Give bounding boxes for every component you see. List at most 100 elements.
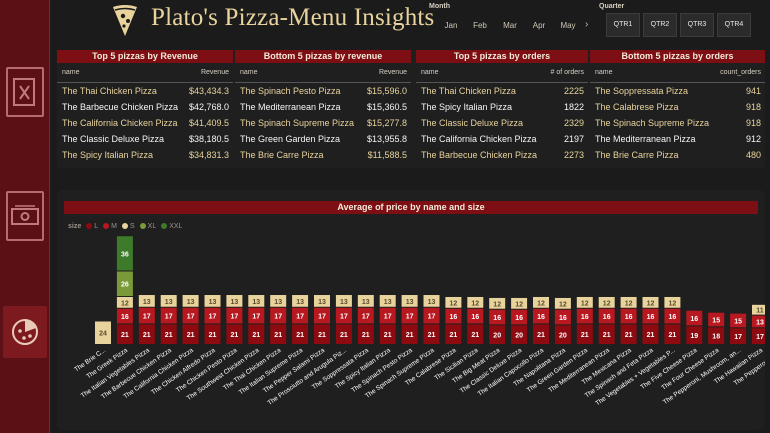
table-row[interactable]: The Green Garden Pizza $13,955.8 [235,131,411,147]
data-label: 21 [603,332,611,339]
data-label: 15 [712,318,720,325]
table-row[interactable]: The Spicy Italian Pizza 1822 [416,99,588,115]
table-row[interactable]: The Thai Chicken Pizza 2225 [416,83,588,99]
data-label: 17 [384,314,392,321]
data-label: 16 [669,314,677,321]
data-label: 17 [231,314,239,321]
table-row[interactable]: The Mediterranean Pizza $15,360.5 [235,99,411,115]
data-label: 17 [340,314,348,321]
table-row[interactable]: The Mediterranean Pizza 912 [590,131,765,147]
data-label: 18 [712,334,720,341]
quarter-option-qtr4[interactable]: QTR4 [717,13,751,37]
data-label: 13 [318,299,326,306]
chevron-right-icon[interactable]: › [585,19,588,30]
data-label: 17 [734,334,742,341]
data-label: 12 [559,301,567,308]
data-label: 12 [450,300,458,307]
data-label: 16 [559,315,567,322]
data-label: 21 [296,332,304,339]
table-row[interactable]: The Classic Deluxe Pizza $38,180.5 [57,131,233,147]
data-label: 11 [756,308,764,315]
row-name: The Calabrese Pizza [595,102,679,112]
data-label: 13 [428,299,436,306]
row-name: The Spicy Italian Pizza [421,102,513,112]
data-label: 21 [274,332,282,339]
month-option-feb[interactable]: Feb [467,16,493,36]
data-label: 24 [99,331,107,338]
data-label: 26 [121,282,129,289]
column-header[interactable]: name [62,69,80,82]
month-option-mar[interactable]: Mar [497,16,523,36]
month-option-jan[interactable]: Jan [438,16,464,36]
data-label: 12 [581,300,589,307]
data-label: 21 [669,332,677,339]
data-label: 13 [165,299,173,306]
data-label: 21 [209,332,217,339]
row-value: 912 [745,134,761,144]
table-row[interactable]: The California Chicken Pizza $41,409.5 [57,115,233,131]
row-value: $13,955.8 [366,134,407,144]
table-row[interactable]: The Thai Chicken Pizza $43,434.3 [57,83,233,99]
data-label: 13 [187,299,195,306]
row-value: $15,277.8 [366,118,407,128]
column-header[interactable]: Revenue [379,69,407,82]
table-row[interactable]: The Calabrese Pizza 918 [590,99,765,115]
data-label: 13 [756,319,764,326]
column-header[interactable]: count_orders [720,69,761,82]
table-row[interactable]: The Spinach Supreme Pizza $15,277.8 [235,115,411,131]
month-option-may[interactable]: May [555,16,581,36]
revenue-page-button[interactable] [6,191,44,241]
data-label: 16 [625,314,633,321]
column-header[interactable]: # of orders [551,69,584,82]
pizza-icon [12,319,38,345]
table-row[interactable]: The Spicy Italian Pizza $34,831.3 [57,147,233,163]
row-value: 918 [745,102,761,112]
data-label: 36 [121,251,129,258]
table-header: name # of orders [416,63,588,83]
pizza-page-button[interactable] [3,306,47,358]
table-row[interactable]: The Brie Carre Pizza 480 [590,147,765,163]
data-label: 21 [471,332,479,339]
data-label: 13 [209,299,217,306]
table-row[interactable]: The Classic Deluxe Pizza 2329 [416,115,588,131]
table-row[interactable]: The Barbecue Chicken Pizza $42,768.0 [57,99,233,115]
row-name: The Barbecue Chicken Pizza [62,102,179,112]
data-label: 13 [406,299,414,306]
data-label: 21 [581,332,589,339]
data-label: 13 [143,299,151,306]
data-label: 16 [121,314,129,321]
data-label: 12 [537,300,545,307]
price-chart-panel: Average of price by name and size size L… [57,190,765,430]
row-value: $15,596.0 [366,86,407,96]
row-value: $38,180.5 [188,134,229,144]
column-header[interactable]: name [421,69,439,82]
menu-page-button[interactable] [6,67,44,117]
data-label: 21 [625,332,633,339]
row-name: The Brie Carre Pizza [240,150,324,160]
table-row[interactable]: The Soppressata Pizza 941 [590,83,765,99]
data-label: 16 [581,314,589,321]
quarter-option-qtr3[interactable]: QTR3 [680,13,714,37]
tables-panel: Top 5 pizzas by Revenue name Revenue The… [57,50,765,168]
bottom-orders-table: Bottom 5 pizzas by orders name count_ord… [590,50,765,168]
table-row[interactable]: The Spinach Pesto Pizza $15,596.0 [235,83,411,99]
data-label: 19 [690,333,698,340]
top-revenue-table: Top 5 pizzas by Revenue name Revenue The… [57,50,233,168]
quarter-option-qtr1[interactable]: QTR1 [606,13,640,37]
data-label: 21 [252,332,260,339]
column-header[interactable]: Revenue [201,69,229,82]
data-label: 17 [296,314,304,321]
table-row[interactable]: The Barbecue Chicken Pizza 2273 [416,147,588,163]
table-row[interactable]: The Spinach Supreme Pizza 918 [590,115,765,131]
table-row[interactable]: The California Chicken Pizza 2197 [416,131,588,147]
column-header[interactable]: name [240,69,258,82]
data-label: 16 [493,315,501,322]
data-label: 17 [143,314,151,321]
quarter-option-qtr2[interactable]: QTR2 [643,13,677,37]
data-label: 16 [471,314,479,321]
month-option-apr[interactable]: Apr [526,16,552,36]
data-label: 21 [165,332,173,339]
column-header[interactable]: name [595,69,613,82]
table-row[interactable]: The Brie Carre Pizza $11,588.5 [235,147,411,163]
data-label: 13 [252,299,260,306]
